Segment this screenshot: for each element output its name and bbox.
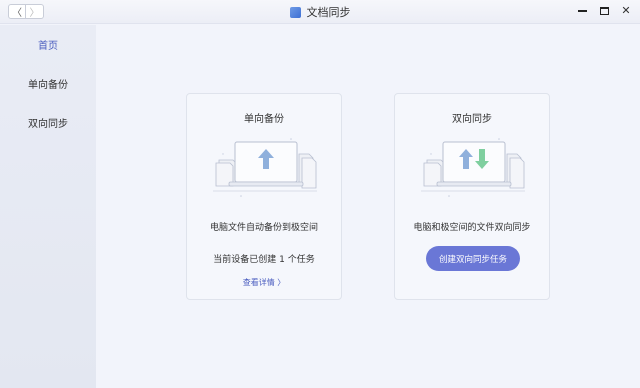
window-controls: ✕ (576, 4, 632, 18)
close-icon: ✕ (621, 4, 631, 17)
sidebar-item-label: 首页 (38, 41, 58, 52)
app-icon (289, 6, 301, 18)
sync-card: 双向同步 电脑和极空间的文件双向同步 创建双向同步任务 (394, 93, 550, 300)
view-details-link[interactable]: 查看详情 〉 (187, 277, 341, 288)
create-sync-task-button[interactable]: 创建双向同步任务 (426, 246, 520, 271)
minimize-icon (577, 10, 587, 12)
close-button[interactable]: ✕ (620, 4, 632, 18)
sidebar-item-label: 双向同步 (28, 119, 68, 130)
backup-illustration (213, 138, 317, 197)
main-content: 单向备份 电脑文件自动备份到极空间 当前设备已创建 1 个任务 查看详情 〉 双… (96, 25, 640, 388)
task-count-status: 当前设备已创建 1 个任务 (213, 255, 315, 265)
sidebar-item-one-way-backup[interactable]: 单向备份 (0, 64, 96, 103)
card-description: 电脑和极空间的文件双向同步 (413, 223, 531, 233)
window-title: 文档同步 (306, 6, 351, 19)
backup-card: 单向备份 电脑文件自动备份到极空间 当前设备已创建 1 个任务 查看详情 〉 (186, 93, 342, 300)
app-window: 〈 〉 文档同步 ✕ 首页 单向备份 双向同步 单向备份 电脑文件自动备份到极空… (0, 0, 640, 388)
title-bar: 〈 〉 文档同步 ✕ (0, 0, 640, 24)
minimize-button[interactable] (576, 4, 588, 18)
sidebar-item-label: 单向备份 (28, 80, 68, 91)
card-title: 单向备份 (244, 114, 284, 125)
card-title: 双向同步 (452, 114, 492, 125)
maximize-icon (599, 7, 609, 15)
sidebar-item-home[interactable]: 首页 (0, 25, 96, 64)
sidebar: 首页 单向备份 双向同步 (0, 25, 96, 388)
sidebar-item-two-way-sync[interactable]: 双向同步 (0, 103, 96, 142)
card-description: 电脑文件自动备份到极空间 (209, 223, 318, 233)
maximize-button[interactable] (598, 4, 610, 18)
sync-illustration (421, 138, 525, 197)
title-area: 文档同步 (0, 0, 640, 24)
